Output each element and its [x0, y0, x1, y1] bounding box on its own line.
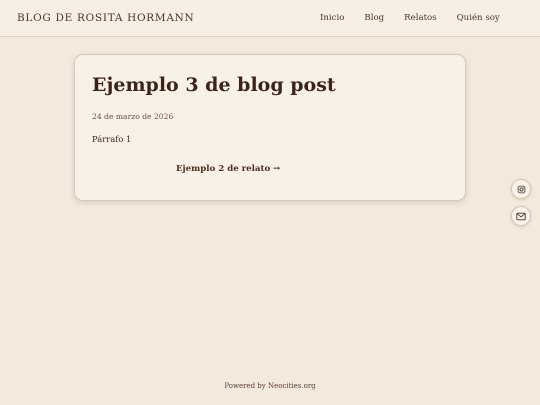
- email-icon: [516, 212, 526, 221]
- nav-item-relatos[interactable]: Relatos: [404, 13, 436, 23]
- nav-item-inicio[interactable]: Inicio: [320, 13, 344, 23]
- main-nav: Inicio Blog Relatos Quién soy: [320, 13, 500, 23]
- nav-item-quien-soy[interactable]: Quién soy: [457, 13, 500, 23]
- instagram-button[interactable]: [511, 179, 531, 199]
- blog-post-card: Ejemplo 3 de blog post 24 de marzo de 20…: [74, 54, 466, 201]
- post-date: 24 de marzo de 2026: [92, 112, 174, 121]
- nav-item-blog[interactable]: Blog: [364, 13, 384, 23]
- instagram-icon: [517, 185, 526, 194]
- email-button[interactable]: [511, 206, 531, 226]
- post-title: Ejemplo 3 de blog post: [92, 74, 336, 96]
- site-brand[interactable]: BLOG DE ROSITA HORMANN: [17, 12, 194, 24]
- next-post-link[interactable]: Ejemplo 2 de relato →: [176, 164, 280, 174]
- post-paragraph: Párrafo 1: [92, 134, 132, 144]
- site-footer: Powered by Neocities.org: [224, 382, 316, 390]
- site-header: BLOG DE ROSITA HORMANN Inicio Blog Relat…: [0, 0, 540, 37]
